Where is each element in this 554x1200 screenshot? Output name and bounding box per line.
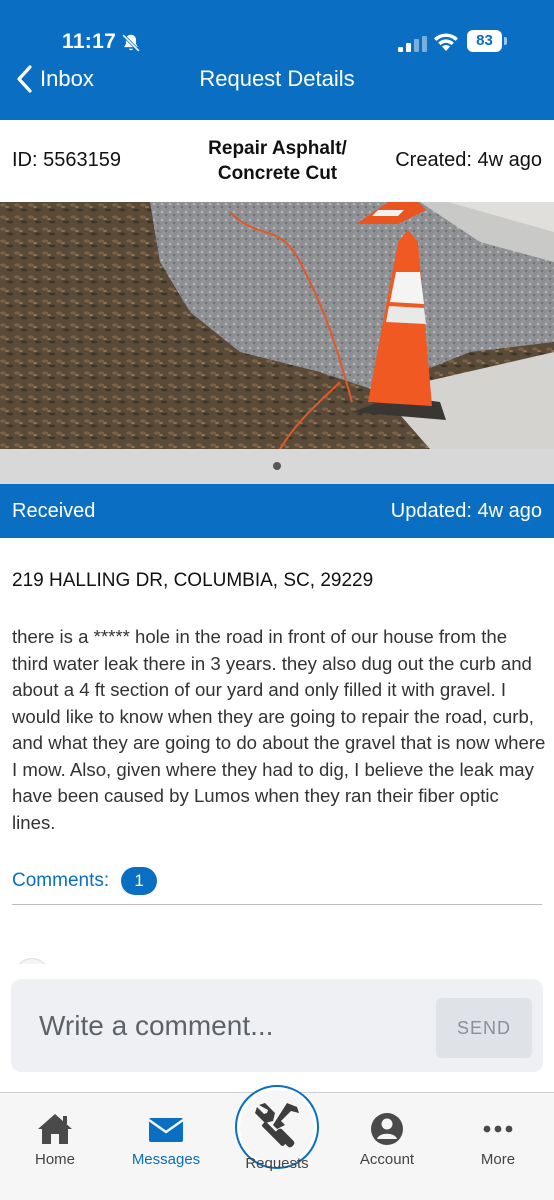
status-strip: Received Updated: 4w ago bbox=[0, 484, 554, 538]
status-time: 11:17 bbox=[62, 30, 117, 53]
user-icon bbox=[371, 1113, 403, 1145]
bell-muted-icon bbox=[122, 34, 140, 52]
tab-messages-label: Messages bbox=[131, 1151, 201, 1168]
comment-input[interactable] bbox=[27, 1001, 417, 1051]
battery-icon: 83 bbox=[467, 30, 507, 52]
battery-level: 83 bbox=[467, 30, 502, 52]
home-icon bbox=[38, 1114, 72, 1144]
divider bbox=[12, 904, 542, 905]
request-address: 219 HALLING DR, COLUMBIA, SC, 29229 bbox=[12, 570, 374, 591]
comments-link[interactable]: Comments: 1 bbox=[12, 867, 158, 895]
tab-home[interactable]: Home bbox=[0, 1093, 110, 1183]
wifi-icon bbox=[434, 33, 458, 51]
comment-composer: SEND bbox=[0, 964, 554, 1092]
request-photo-image bbox=[0, 202, 554, 449]
tab-more-label: More bbox=[480, 1151, 516, 1168]
request-photo[interactable] bbox=[0, 202, 554, 449]
tab-account[interactable]: Account bbox=[332, 1093, 442, 1183]
request-title: Repair Asphalt/ Concrete Cut bbox=[208, 138, 347, 184]
comments-label: Comments: bbox=[12, 870, 110, 891]
request-updated: Updated: 4w ago bbox=[390, 500, 542, 522]
tab-bar: Home Messages Requests Account More bbox=[0, 1085, 554, 1200]
pager-dot-active[interactable] bbox=[273, 462, 281, 470]
composer-box: SEND bbox=[11, 979, 543, 1072]
request-created: Created: 4w ago bbox=[395, 149, 542, 171]
request-status: Received bbox=[12, 500, 96, 522]
app-header: 11:17 83 Inbox Request Details bbox=[0, 0, 554, 120]
status-bar: 11:17 83 bbox=[0, 0, 554, 60]
request-description: there is a ***** hole in the road in fro… bbox=[12, 626, 546, 833]
photo-pager bbox=[0, 449, 554, 484]
more-icon bbox=[483, 1125, 513, 1133]
tab-requests-label: Requests bbox=[245, 1155, 309, 1172]
request-id: ID: 5563159 bbox=[12, 149, 121, 171]
tab-messages[interactable]: Messages bbox=[111, 1093, 221, 1183]
tools-icon bbox=[255, 1103, 299, 1148]
signal-icon bbox=[398, 36, 427, 52]
comments-count-badge: 1 bbox=[121, 867, 158, 895]
send-button[interactable]: SEND bbox=[436, 998, 532, 1058]
tab-account-label: Account bbox=[359, 1151, 415, 1168]
tab-requests[interactable]: Requests bbox=[231, 1085, 323, 1193]
envelope-icon bbox=[148, 1118, 184, 1142]
page-title: Request Details bbox=[199, 66, 355, 91]
nav-bar: Inbox Request Details bbox=[0, 58, 554, 100]
request-header: ID: 5563159 Repair Asphalt/ Concrete Cut… bbox=[0, 120, 554, 202]
tab-home-label: Home bbox=[34, 1151, 75, 1168]
tab-more[interactable]: More bbox=[443, 1093, 553, 1183]
